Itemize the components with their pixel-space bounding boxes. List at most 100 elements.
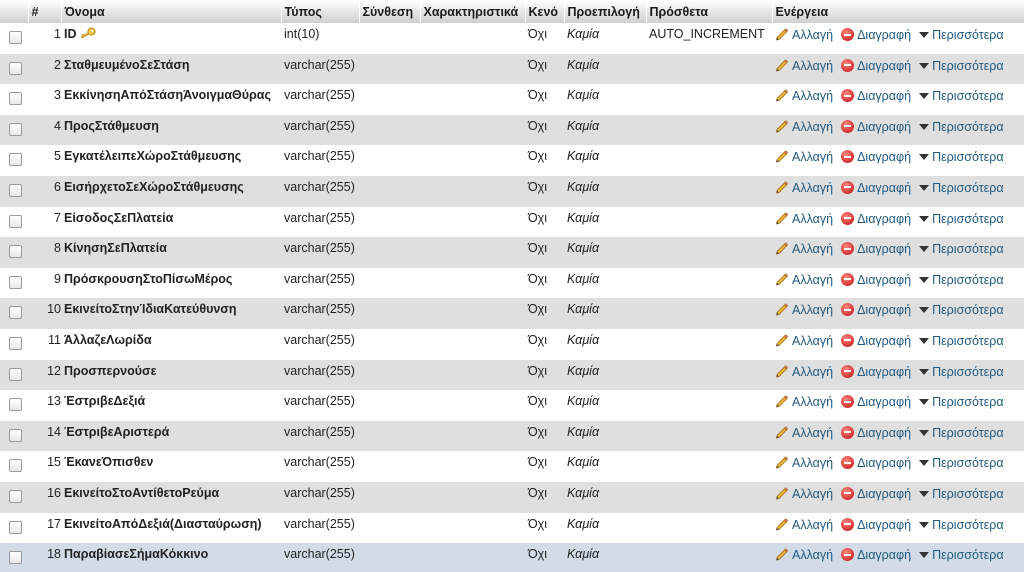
drop-button[interactable]: Διαγραφή: [841, 180, 911, 195]
table-row[interactable]: 7 ΕίσοδοςΣεΠλατεία varchar(255) Όχι Καμία Αλλ…: [0, 206, 1024, 238]
drop-button[interactable]: Διαγραφή: [841, 517, 911, 532]
header-extra[interactable]: Πρόσθετα: [646, 0, 773, 23]
row-checkbox[interactable]: [9, 306, 22, 320]
change-button[interactable]: Αλλαγή: [775, 272, 833, 289]
row-checkbox[interactable]: [9, 122, 22, 136]
drop-button[interactable]: Διαγραφή: [841, 548, 911, 562]
table-row[interactable]: 8 ΚίνησηΣεΠλατεία varchar(255) Όχι Καμία Αλλα…: [0, 237, 1024, 268]
drop-button[interactable]: Διαγραφή: [841, 150, 911, 164]
header-collation[interactable]: Σύνθεση: [359, 0, 421, 23]
drop-button[interactable]: Διαγραφή: [841, 242, 911, 256]
table-row[interactable]: 10 ΕκινείτοΣτηνΊδιαΚατεύθυνση varchar(255)…: [0, 298, 1024, 329]
drop-button[interactable]: Διαγραφή: [841, 303, 911, 317]
table-row[interactable]: 2 ΣταθμευμένοΣεΣτάση varchar(255) Όχι Καμία Α…: [0, 53, 1024, 85]
change-button[interactable]: Αλλαγή: [775, 302, 833, 319]
table-row[interactable]: 5 ΕγκατέλειπεΧώροΣτάθμευσης varchar(255) Όχ…: [0, 145, 1024, 176]
row-checkbox[interactable]: [9, 336, 22, 350]
header-name[interactable]: Όνομα: [61, 0, 282, 23]
row-checkbox[interactable]: [9, 183, 22, 197]
drop-button[interactable]: Διαγραφή: [841, 58, 911, 73]
more-dropdown[interactable]: Περισσότερα: [919, 181, 1004, 195]
row-checkbox[interactable]: [9, 398, 22, 412]
drop-button[interactable]: Διαγραφή: [841, 486, 911, 501]
change-button[interactable]: Αλλαγή: [775, 119, 833, 136]
drop-button[interactable]: Διαγραφή: [841, 28, 911, 42]
change-button[interactable]: Αλλαγή: [775, 211, 833, 228]
more-dropdown[interactable]: Περισσότερα: [919, 273, 1004, 287]
table-row[interactable]: 18 ΠαραβίασεΣήμαΚόκκινο varchar(255) Όχι Καμ…: [0, 543, 1024, 572]
row-checkbox[interactable]: [9, 31, 22, 44]
more-dropdown[interactable]: Περισσότερα: [919, 303, 1004, 317]
header-null[interactable]: Κενό: [525, 0, 565, 23]
table-row[interactable]: 14 ΈστριβεΑριστερά varchar(255) Όχι Καμία Αλλ…: [0, 420, 1024, 452]
table-row[interactable]: 11 ΆλλαζεΛωρίδα varchar(255) Όχι Καμία Αλλαγή…: [0, 328, 1024, 360]
more-dropdown[interactable]: Περισσότερα: [919, 395, 1004, 409]
row-checkbox[interactable]: [9, 275, 22, 289]
more-dropdown[interactable]: Περισσότερα: [919, 28, 1004, 42]
change-button[interactable]: Αλλαγή: [775, 88, 833, 105]
change-button[interactable]: Αλλαγή: [775, 425, 833, 442]
drop-button[interactable]: Διαγραφή: [841, 272, 911, 287]
change-button[interactable]: Αλλαγή: [775, 394, 833, 411]
change-button[interactable]: Αλλαγή: [775, 364, 833, 381]
change-button[interactable]: Αλλαγή: [775, 241, 833, 258]
more-dropdown[interactable]: Περισσότερα: [919, 120, 1004, 134]
table-row[interactable]: 13 ΈστριβεΔεξιά varchar(255) Όχι Καμία Αλλαγή…: [0, 390, 1024, 421]
change-button[interactable]: Αλλαγή: [775, 27, 833, 44]
more-dropdown[interactable]: Περισσότερα: [919, 548, 1004, 562]
drop-button[interactable]: Διαγραφή: [841, 456, 911, 470]
drop-button[interactable]: Διαγραφή: [841, 395, 911, 409]
more-dropdown[interactable]: Περισσότερα: [919, 212, 1004, 226]
row-checkbox[interactable]: [9, 153, 22, 167]
more-dropdown[interactable]: Περισσότερα: [919, 334, 1004, 348]
more-dropdown[interactable]: Περισσότερα: [919, 150, 1004, 164]
more-dropdown[interactable]: Περισσότερα: [919, 426, 1004, 440]
column-name: ΈστριβεΔεξιά: [64, 394, 146, 409]
more-dropdown[interactable]: Περισσότερα: [919, 89, 1004, 103]
drop-button[interactable]: Διαγραφή: [841, 89, 911, 103]
change-button[interactable]: Αλλαγή: [775, 455, 833, 472]
table-row[interactable]: 15 ΈκανεΌπισθεν varchar(255) Όχι Καμία Αλλαγή…: [0, 451, 1024, 482]
column-collation: [359, 390, 420, 421]
table-row[interactable]: 1 ID int(10) Όχι Καμία AUTO_INCREMENT Αλλαγή Δι…: [0, 23, 1024, 54]
row-checkbox[interactable]: [9, 428, 22, 442]
drop-button[interactable]: Διαγραφή: [841, 333, 911, 348]
row-checkbox[interactable]: [9, 214, 22, 228]
more-dropdown[interactable]: Περισσότερα: [919, 242, 1004, 256]
table-row[interactable]: 9 ΠρόσκρουσηΣτοΠίσωΜέρος varchar(255) Όχι Κα…: [0, 267, 1024, 299]
header-attributes[interactable]: Χαρακτηριστικά: [420, 0, 526, 23]
table-row[interactable]: 3 ΕκκίνησηΑπόΣτάσηΆνοιγμαΘύρας varchar(255…: [0, 84, 1024, 115]
change-button[interactable]: Αλλαγή: [775, 333, 833, 350]
drop-button[interactable]: Διαγραφή: [841, 425, 911, 440]
header-default[interactable]: Προεπιλογή: [564, 0, 647, 23]
row-checkbox[interactable]: [9, 245, 22, 259]
header-type[interactable]: Τύπος: [281, 0, 360, 23]
change-button[interactable]: Αλλαγή: [775, 149, 833, 166]
table-row[interactable]: 12 Προσπερνούσε varchar(255) Όχι Καμία Αλλαγή…: [0, 359, 1024, 391]
change-button[interactable]: Αλλαγή: [775, 547, 833, 564]
drop-button[interactable]: Διαγραφή: [841, 364, 911, 379]
pencil-icon: [775, 180, 789, 197]
row-checkbox[interactable]: [9, 551, 22, 565]
change-button[interactable]: Αλλαγή: [775, 58, 833, 75]
more-dropdown[interactable]: Περισσότερα: [919, 518, 1004, 532]
table-row[interactable]: 16 ΕκινείτοΣτοΑντίθετοΡεύμα varchar(255) Όχ…: [0, 481, 1024, 513]
table-row[interactable]: 4 ΠροςΣτάθμευση varchar(255) Όχι Καμία Αλλαγή…: [0, 114, 1024, 146]
row-checkbox[interactable]: [9, 92, 22, 106]
change-button[interactable]: Αλλαγή: [775, 486, 833, 503]
more-dropdown[interactable]: Περισσότερα: [919, 365, 1004, 379]
drop-button[interactable]: Διαγραφή: [841, 211, 911, 226]
more-dropdown[interactable]: Περισσότερα: [919, 487, 1004, 501]
change-button[interactable]: Αλλαγή: [775, 517, 833, 534]
change-button[interactable]: Αλλαγή: [775, 180, 833, 197]
row-checkbox[interactable]: [9, 520, 22, 534]
drop-button[interactable]: Διαγραφή: [841, 119, 911, 134]
more-dropdown[interactable]: Περισσότερα: [919, 59, 1004, 73]
more-dropdown[interactable]: Περισσότερα: [919, 456, 1004, 470]
row-checkbox[interactable]: [9, 459, 22, 473]
row-checkbox[interactable]: [9, 61, 22, 75]
table-row[interactable]: 6 ΕισήρχετοΣεΧώροΣτάθμευσης varchar(255) Όχ…: [0, 175, 1024, 207]
table-row[interactable]: 17 ΕκινείτοΑπόΔεξιά(Διασταύρωση) varchar(2…: [0, 512, 1024, 544]
row-checkbox[interactable]: [9, 489, 22, 503]
row-checkbox[interactable]: [9, 367, 22, 381]
